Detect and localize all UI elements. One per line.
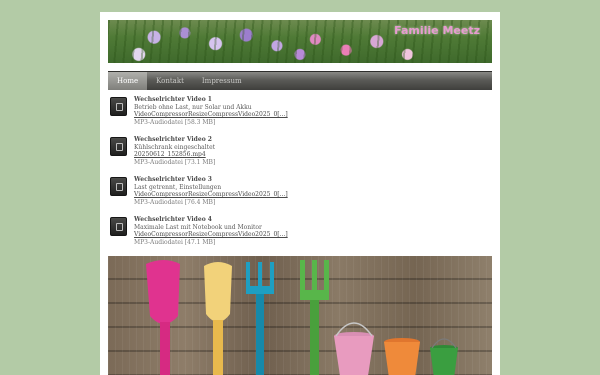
download-description: Last getrennt, Einstellungen: [134, 183, 222, 191]
site-title[interactable]: Familie Meetz: [394, 24, 480, 37]
nav-item-impressum[interactable]: Impressum: [193, 72, 251, 90]
main-navigation: Home Kontakt Impressum: [108, 71, 492, 90]
download-meta: MP3-Audiodatei [76.4 MB]: [134, 199, 216, 207]
download-meta: MP3-Audiodatei [58.3 MB]: [134, 119, 216, 127]
page-container: Familie Meetz Home Kontakt Impressum Wec…: [100, 12, 500, 375]
download-meta: MP3-Audiodatei [47.1 MB]: [134, 239, 216, 247]
download-file-link[interactable]: VideoCompressorResizeCompressVideo2025_0…: [134, 191, 484, 199]
download-title: Wechselrichter Video 3: [134, 176, 212, 183]
file-download-icon[interactable]: [110, 97, 127, 116]
download-item: Wechselrichter Video 4 Maximale Last mit…: [108, 216, 492, 256]
download-file-link[interactable]: 20250612_152856.mp4: [134, 151, 484, 159]
garden-tools-illustration: [146, 260, 458, 375]
download-item: Wechselrichter Video 2 Kühlschrank einge…: [108, 136, 492, 176]
download-description: Maximale Last mit Notebook und Monitor: [134, 223, 262, 231]
header-banner-image: Familie Meetz: [108, 20, 492, 63]
file-download-icon[interactable]: [110, 177, 127, 196]
download-title: Wechselrichter Video 1: [134, 96, 212, 103]
download-item: Wechselrichter Video 1 Betrieb ohne Last…: [108, 96, 492, 136]
nav-item-kontakt[interactable]: Kontakt: [147, 72, 193, 90]
nav-item-home[interactable]: Home: [108, 72, 148, 90]
download-list: Wechselrichter Video 1 Betrieb ohne Last…: [108, 96, 492, 256]
file-download-icon[interactable]: [110, 137, 127, 156]
download-title: Wechselrichter Video 2: [134, 136, 212, 143]
file-download-icon[interactable]: [110, 217, 127, 236]
download-file-link[interactable]: VideoCompressorResizeCompressVideo2025_0…: [134, 231, 484, 239]
download-description: Betrieb ohne Last, nur Solar und Akku: [134, 103, 252, 111]
download-item: Wechselrichter Video 3 Last getrennt, Ei…: [108, 176, 492, 216]
garden-tools-image: [108, 256, 492, 375]
download-title: Wechselrichter Video 4: [134, 216, 212, 223]
download-file-link[interactable]: VideoCompressorResizeCompressVideo2025_0…: [134, 111, 484, 119]
download-meta: MP3-Audiodatei [73.1 MB]: [134, 159, 216, 167]
download-description: Kühlschrank eingeschaltet: [134, 143, 216, 151]
